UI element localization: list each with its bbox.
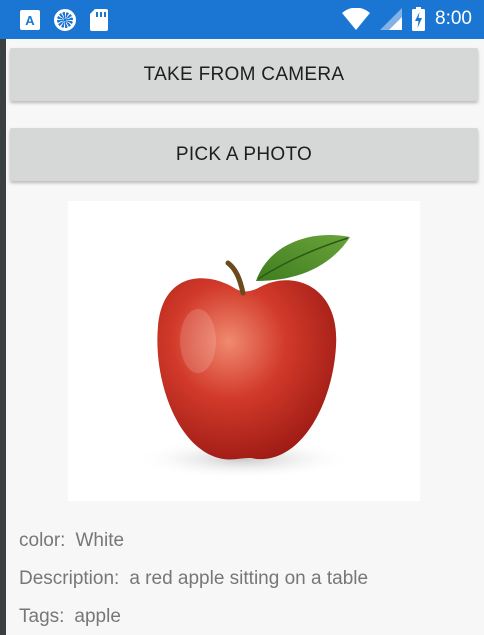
- description-value: a red apple sitting on a table: [129, 568, 369, 589]
- tags-value: apple: [74, 606, 121, 627]
- take-from-camera-button[interactable]: TAKE FROM CAMERA: [10, 48, 478, 101]
- apple-image: [133, 235, 353, 479]
- tags-label: Tags:: [19, 606, 65, 627]
- tags-row: Tags: apple: [19, 606, 121, 628]
- color-value: White: [75, 530, 125, 551]
- description-row: Description: a red apple sitting on a tab…: [19, 568, 368, 590]
- battery-icon: [412, 7, 426, 31]
- a-box-letter: A: [25, 12, 35, 28]
- a-box-icon: A: [20, 10, 40, 30]
- wifi-icon: [342, 8, 371, 30]
- status-time: 8:00: [435, 8, 472, 29]
- status-right-icons: 8:00: [342, 7, 472, 31]
- signal-icon: [380, 8, 403, 30]
- color-row: color: White: [19, 530, 124, 552]
- color-label: color:: [19, 530, 66, 551]
- pick-a-photo-button[interactable]: PICK A PHOTO: [10, 128, 478, 181]
- loading-circle-icon: [54, 9, 76, 31]
- app-content: TAKE FROM CAMERA PICK A PHOTO color: Whi…: [6, 39, 484, 635]
- status-bar: A 8:00: [0, 0, 484, 39]
- status-left-icons: A: [20, 9, 108, 31]
- description-label: Description:: [19, 568, 120, 589]
- sd-card-icon: [90, 9, 108, 31]
- apple-photo: [68, 201, 420, 501]
